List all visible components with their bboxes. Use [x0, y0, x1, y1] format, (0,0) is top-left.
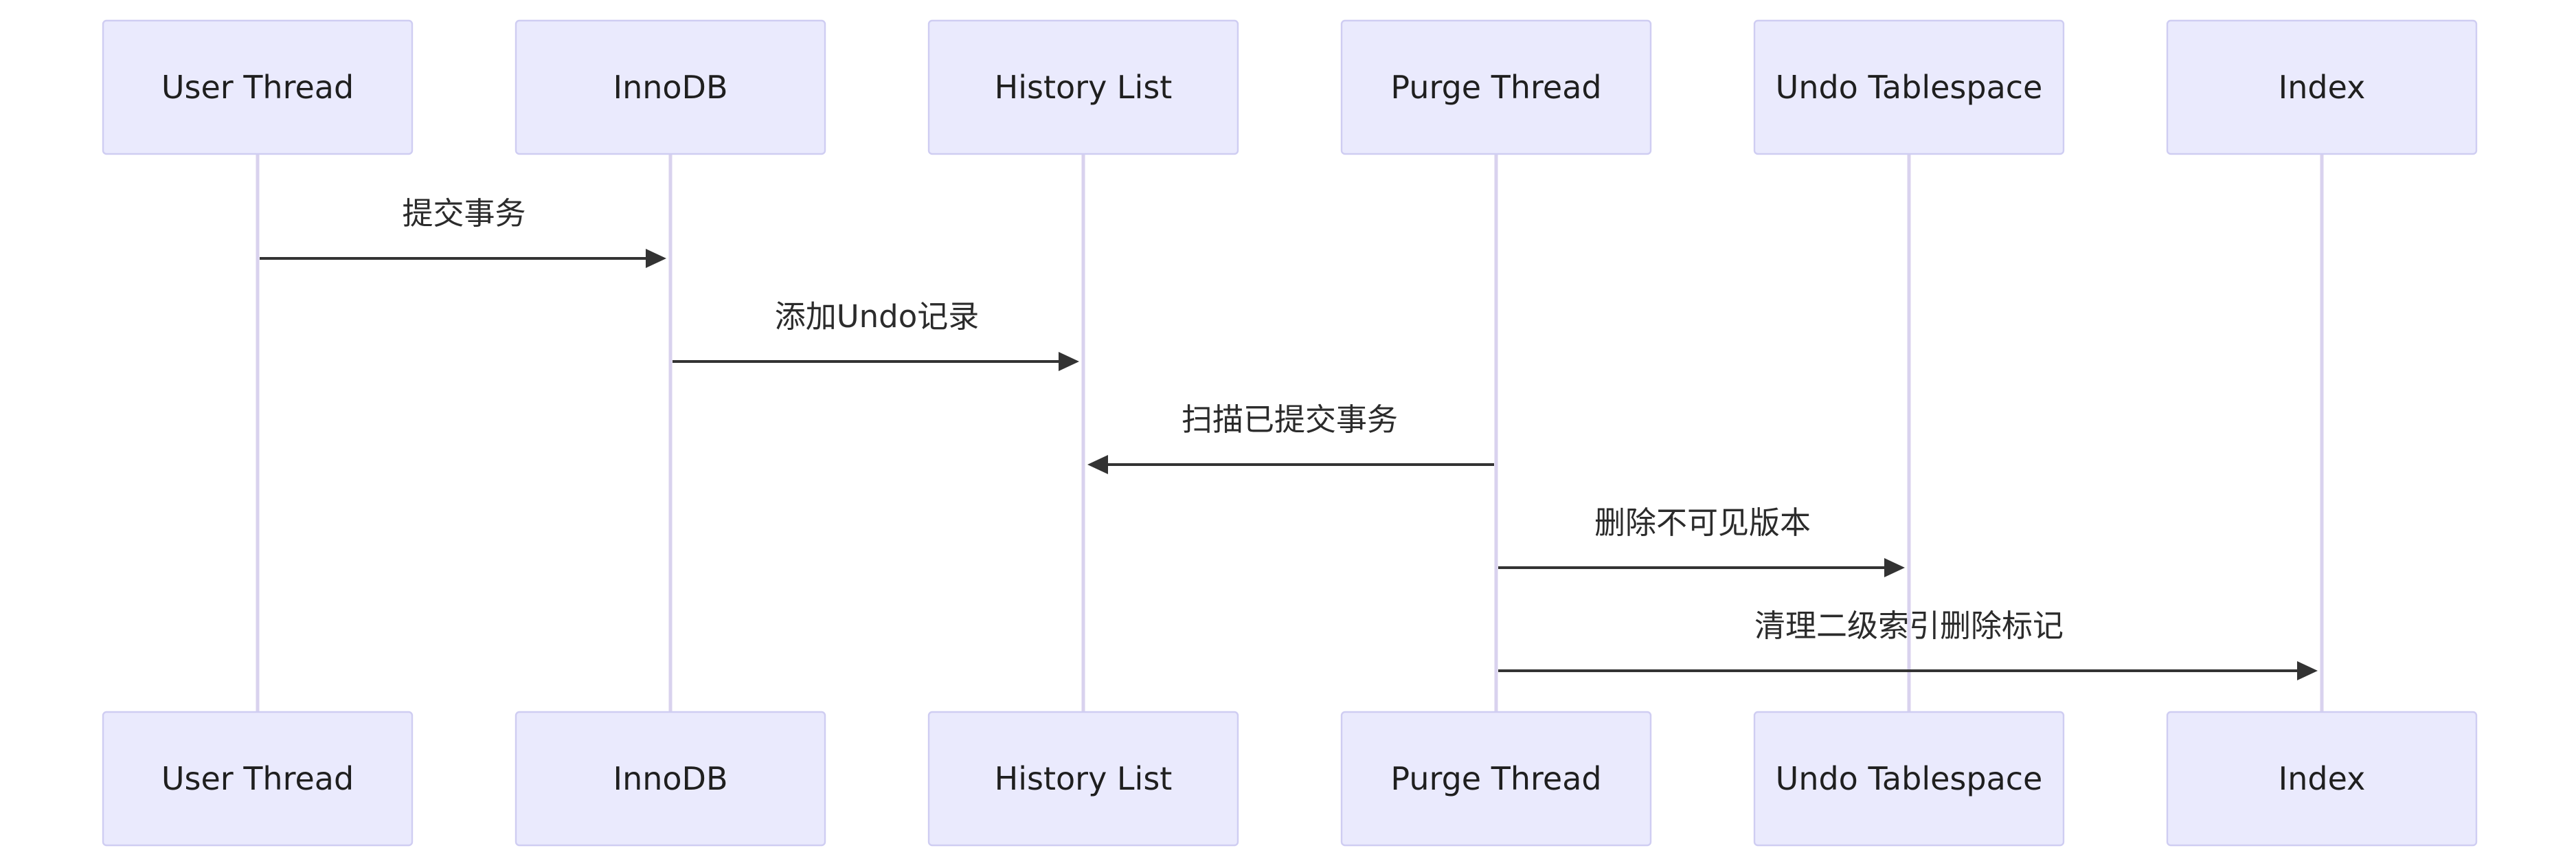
participant-label: Index	[2279, 69, 2366, 106]
arrowhead-icon	[646, 249, 666, 268]
arrowhead-icon	[1884, 558, 1905, 577]
message-label: 清理二级索引删除标记	[1754, 608, 2064, 644]
participants-top: User Thread InnoDB History List Purge Threa…	[102, 19, 2478, 155]
participant-history-bottom: History List	[927, 711, 1239, 847]
participants-bottom: User Thread InnoDB History List Purge Threa…	[102, 711, 2478, 847]
participant-label: Undo Tablespace	[1776, 69, 2043, 106]
messages: 提交事务添加Undo记录扫描已提交事务删除不可见版本清理二级索引删除标记	[260, 195, 2318, 680]
arrowhead-icon	[1059, 352, 1079, 371]
participant-label: Purge Thread	[1390, 760, 1601, 797]
participant-label: User Thread	[161, 69, 354, 106]
participant-index-bottom: Index	[2166, 711, 2478, 847]
participant-history-top: History List	[927, 19, 1239, 155]
participant-label: InnoDB	[613, 69, 728, 106]
sequence-diagram: User Thread InnoDB History List Purge Threa…	[102, 19, 2478, 847]
participant-user-top: User Thread	[102, 19, 414, 155]
participant-purge-top: Purge Thread	[1340, 19, 1652, 155]
participant-undo-top: Undo Tablespace	[1753, 19, 2065, 155]
participant-label: History List	[995, 69, 1173, 106]
message-label: 提交事务	[402, 195, 526, 232]
message-label: 扫描已提交事务	[1182, 401, 1398, 438]
participant-index-top: Index	[2166, 19, 2478, 155]
participant-label: Purge Thread	[1390, 69, 1601, 106]
message-label: 删除不可见版本	[1594, 504, 1811, 541]
participant-label: Index	[2279, 760, 2366, 797]
participant-innodb-top: InnoDB	[515, 19, 826, 155]
message-4: 删除不可见版本	[1498, 504, 1905, 577]
participant-purge-bottom: Purge Thread	[1340, 711, 1652, 847]
message-3: 扫描已提交事务	[1087, 401, 1494, 474]
participant-undo-bottom: Undo Tablespace	[1753, 711, 2065, 847]
message-label: 添加Undo记录	[775, 298, 980, 335]
participant-label: User Thread	[161, 760, 354, 797]
participant-user-bottom: User Thread	[102, 711, 414, 847]
arrowhead-icon	[1087, 455, 1108, 474]
participant-innodb-bottom: InnoDB	[515, 711, 826, 847]
participant-label: History List	[995, 760, 1173, 797]
arrowhead-icon	[2297, 661, 2318, 680]
message-2: 添加Undo记录	[673, 298, 1079, 371]
message-1: 提交事务	[260, 195, 666, 268]
participant-label: Undo Tablespace	[1776, 760, 2043, 797]
participant-label: InnoDB	[613, 760, 728, 797]
